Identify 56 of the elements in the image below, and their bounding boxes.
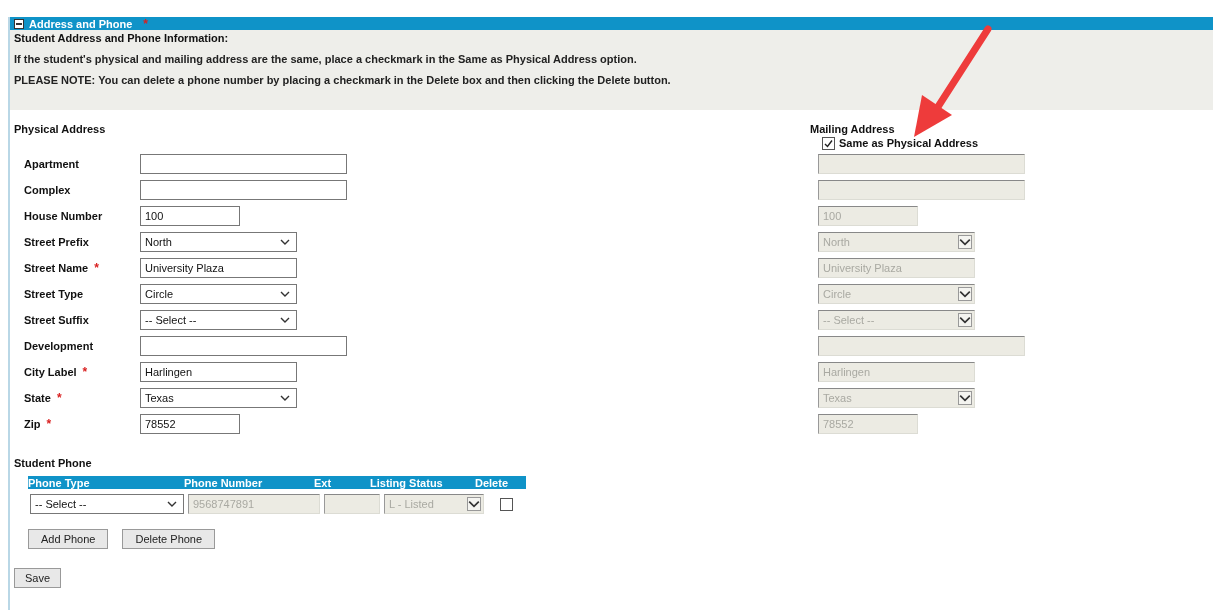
field-label: State: [24, 392, 51, 404]
mailing-address-heading: Mailing Address: [810, 123, 896, 137]
info-text: PLEASE NOTE: You can delete a phone number by placing a checkmark in the Delete box and then clicking the Delete button.: [14, 74, 672, 86]
column-header: Phone Type: [28, 476, 91, 489]
field-label: City Label: [24, 366, 77, 378]
input-field[interactable]: Harlingen: [140, 362, 297, 382]
required-mark: *: [143, 16, 148, 31]
field-label: House Number: [24, 210, 103, 222]
chevron-down-icon: [958, 287, 972, 301]
field-label: Street Suffix: [24, 314, 89, 326]
field-label: Apartment: [24, 158, 79, 170]
field-label: Development: [24, 340, 94, 352]
save-button[interactable]: Save: [14, 568, 62, 588]
chevron-down-icon: [958, 235, 972, 249]
input-field[interactable]: 78552: [140, 414, 240, 434]
required-mark: *: [82, 365, 88, 379]
input-field[interactable]: [140, 336, 347, 356]
ext-field[interactable]: [324, 494, 380, 514]
dropdown[interactable]: -- Select --: [140, 310, 297, 330]
field-label: Street Name: [24, 262, 89, 274]
input-field[interactable]: [140, 154, 347, 174]
student-phone-heading: Student Phone: [13, 456, 93, 471]
chevron-down-icon: [167, 500, 177, 508]
column-header: Phone Number: [184, 476, 264, 489]
input-field[interactable]: [140, 180, 347, 200]
column-header: Listing Status: [370, 476, 444, 489]
dropdown[interactable]: Circle: [140, 284, 297, 304]
checkbox-label: Same as Physical Address: [839, 137, 978, 149]
checkbox[interactable]: [822, 136, 835, 150]
field-label: Street Prefix: [24, 236, 89, 248]
required-mark: *: [56, 391, 62, 405]
chevron-down-icon: [280, 394, 290, 402]
input-field[interactable]: 100: [140, 206, 240, 226]
chevron-down-icon: [280, 290, 290, 298]
field-label: Street Type: [24, 288, 84, 300]
input-field[interactable]: University Plaza: [140, 258, 297, 278]
field-label: Complex: [24, 184, 71, 196]
chevron-down-icon: [280, 238, 290, 246]
info-heading: Student Address and Phone Information:: [14, 32, 230, 44]
field-label: Zip: [24, 418, 41, 430]
required-mark: *: [94, 261, 99, 275]
chevron-down-icon: [958, 313, 972, 327]
chevron-down-icon: [958, 391, 972, 405]
chevron-down-icon: [467, 497, 481, 511]
chevron-down-icon: [280, 316, 290, 324]
physical-address-heading: Physical Address: [14, 123, 107, 137]
column-header: Ext: [314, 476, 333, 489]
info-text: If the student's physical and mailing address are the same, place a checkmark in the Same as Physical Address option.: [14, 53, 638, 65]
collapse-icon[interactable]: [14, 18, 24, 29]
required-mark: *: [46, 417, 52, 431]
section-title: Address and Phone: [29, 17, 133, 30]
column-header: Delete: [475, 476, 510, 489]
dropdown[interactable]: North: [140, 232, 297, 252]
add-phone-button[interactable]: Add Phone: [28, 529, 109, 549]
delete-phone-button[interactable]: Delete Phone: [122, 529, 216, 549]
dropdown[interactable]: Texas: [140, 388, 297, 408]
